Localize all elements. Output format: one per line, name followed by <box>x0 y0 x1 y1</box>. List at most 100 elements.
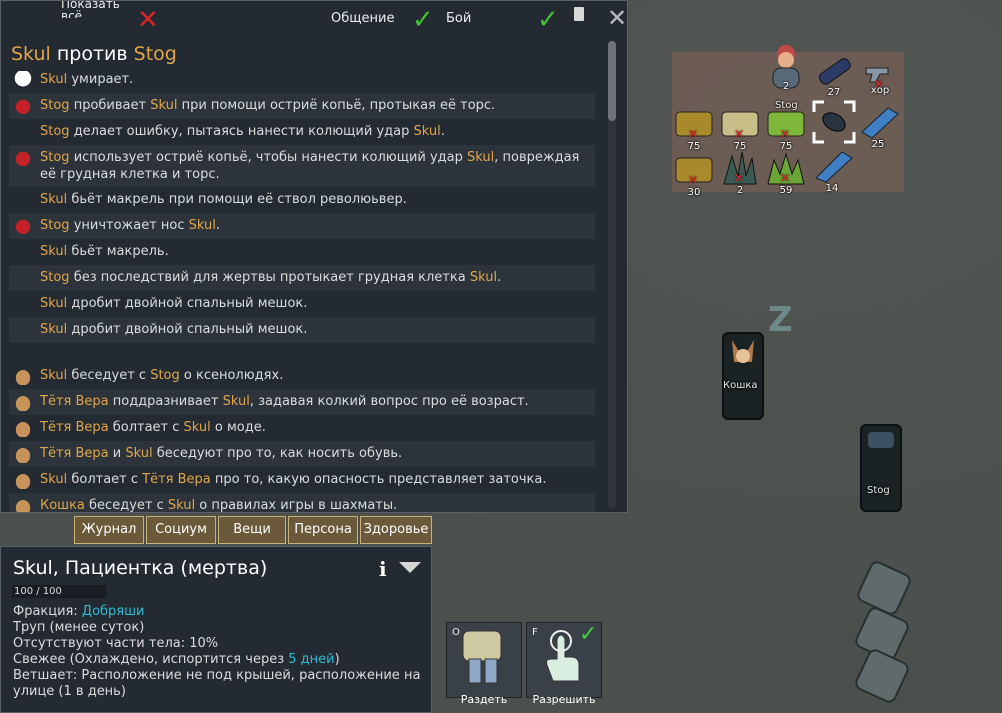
log-scrollbar[interactable] <box>608 41 616 509</box>
item-count: 2 <box>782 81 790 92</box>
decay-line-2: улице (1 в день) <box>13 684 126 699</box>
pawn-name-link[interactable]: Skul <box>40 72 67 87</box>
log-text: бьёт макрель. <box>67 244 169 259</box>
hotkey-label: F <box>532 627 538 638</box>
scrollbar-thumb[interactable] <box>608 41 616 121</box>
log-entry: Тётя Вера болтает с Skul о моде. <box>9 415 595 441</box>
social-filter-label: Общение <box>331 11 395 26</box>
info-icon[interactable]: i <box>379 557 387 581</box>
pawn-name-link[interactable]: Skul <box>189 218 216 233</box>
item-count: 2 <box>736 185 744 196</box>
hay-icon[interactable]: ✕ 75 <box>720 106 760 152</box>
log-text: при помощи остриё копьё, протыкая её тор… <box>177 98 496 113</box>
pawn-name-link[interactable]: Skul <box>40 296 67 311</box>
freshness-text: Свежее (Охлаждено, испортится через <box>13 652 289 667</box>
log-entry: Skul болтает с Тётя Вера про то, какую о… <box>9 467 595 493</box>
log-text: , задавая колкий вопрос про её возраст. <box>249 394 529 409</box>
pack-icon[interactable]: 27 <box>814 52 854 98</box>
pawn-name-link[interactable]: Stog <box>40 98 70 113</box>
pawn-name-link[interactable]: Stog <box>40 270 70 285</box>
social-filter-check-icon[interactable]: ✓ <box>412 7 434 33</box>
blood-icon <box>13 217 33 235</box>
hay-icon[interactable]: ✕ 30 <box>674 152 714 198</box>
pawn-name-link[interactable]: Кошка <box>40 498 85 512</box>
copy-icon[interactable] <box>574 7 587 24</box>
item-count: хор <box>870 85 890 96</box>
log-text: беседует с <box>67 368 151 383</box>
tab-character[interactable]: Персона <box>288 516 358 544</box>
fish-icon[interactable]: 25 <box>858 104 899 150</box>
pawn-stog-icon[interactable]: 2 <box>766 42 806 92</box>
cat-icon <box>732 340 754 363</box>
pawn-name-link[interactable]: Skul <box>40 472 67 487</box>
log-entry: Skul дробит двойной спальный мешок. <box>9 291 595 317</box>
pawn-name-link[interactable]: Skul <box>150 98 177 113</box>
pawn-name-link[interactable]: Skul <box>40 244 67 259</box>
rock-chunk[interactable] <box>854 558 914 618</box>
sleeping-bag-cat[interactable] <box>722 332 764 420</box>
pawn-name-link[interactable]: Skul <box>470 270 497 285</box>
bed-label-cat: Кошка <box>723 380 758 391</box>
log-text: использует остриё копьё, чтобы нанести к… <box>69 150 468 165</box>
forbidden-icon: ✕ <box>780 171 791 185</box>
selected-item-icon[interactable] <box>812 100 856 144</box>
pawn-name-link[interactable]: Skul <box>223 394 250 409</box>
close-icon[interactable]: ✕ <box>607 6 627 30</box>
hay-icon[interactable]: ✕ 75 <box>766 106 806 152</box>
sleep-indicator: Z <box>768 300 793 340</box>
pawn-name-link[interactable]: Тётя Вера <box>142 472 211 487</box>
herb-icon[interactable]: ✕ 59 <box>766 150 806 196</box>
pawn-name-link[interactable]: Skul <box>184 420 211 435</box>
pawn-name-link[interactable]: Skul <box>40 368 67 383</box>
log-entry: Тётя Вера и Skul беседуют про то, как но… <box>9 441 595 467</box>
log-entry: Stog использует остриё копьё, чтобы нане… <box>9 145 595 187</box>
pawn-name-link[interactable]: Тётя Вера <box>40 420 109 435</box>
log-text: уничтожает нос <box>69 218 189 233</box>
log-text: . <box>215 218 221 233</box>
allow-button[interactable]: F ✓ Разрешить <box>526 622 602 706</box>
sleeping-bag-stog[interactable] <box>860 424 902 512</box>
pawn-name-link[interactable]: Stog <box>150 368 180 383</box>
faction-line: Фракция: Добряши <box>13 604 144 620</box>
show-all-toggle-off-icon[interactable]: ✕ <box>137 7 159 33</box>
combat-filter-label: Бой <box>446 11 472 26</box>
combat-filter-check-icon[interactable]: ✓ <box>537 7 559 33</box>
log-text: поддразнивает <box>108 394 223 409</box>
log-entry: Skul умирает. <box>9 67 595 93</box>
fish-icon[interactable]: 14 <box>812 148 853 194</box>
log-entry: Skul беседует с Stog о ксенолюдях. <box>9 363 595 389</box>
pawn-name-link[interactable]: Тётя Вера <box>40 446 109 461</box>
combat-log-window: Показать всё ✕ Общение ✓ Бой ✓ ✕ Skul пр… <box>0 0 628 513</box>
freshness-days: 5 дней <box>288 652 335 667</box>
faction-link[interactable]: Добряши <box>82 604 145 619</box>
hand-icon <box>13 419 33 437</box>
tab-health[interactable]: Здоровье <box>360 516 432 544</box>
forbidden-icon: ✕ <box>734 127 745 141</box>
tab-social[interactable]: Социум <box>146 516 216 544</box>
pawn-name-link[interactable]: Stog <box>40 218 70 233</box>
pawn-name-link[interactable]: Тётя Вера <box>40 394 109 409</box>
allow-hand-icon: ✓ <box>546 622 597 682</box>
item-count: 30 <box>687 187 701 198</box>
tab-gear[interactable]: Вещи <box>218 516 286 544</box>
log-text: . <box>440 124 445 139</box>
pawn-name-link[interactable]: Skul <box>40 322 67 337</box>
log-filter-bar: Показать всё ✕ Общение ✓ Бой ✓ ✕ <box>1 1 627 35</box>
tab-log[interactable]: Журнал <box>74 516 144 544</box>
pawn-name-link[interactable]: Skul <box>40 192 67 207</box>
pawn-name-link[interactable]: Stog <box>40 150 70 165</box>
log-text: и <box>108 446 126 461</box>
revolver-icon[interactable]: ✕ хор <box>860 58 900 98</box>
hay-icon[interactable]: ✕ 75 <box>674 106 714 152</box>
forbidden-icon: ✕ <box>688 173 699 187</box>
log-entries-list: Skul умирает. Stog пробивает Skul при пом… <box>9 67 595 512</box>
strip-button[interactable]: O Раздеть <box>446 622 522 706</box>
pawn-name-link[interactable]: Skul <box>125 446 152 461</box>
pawn-name-link[interactable]: Skul <box>467 150 494 165</box>
rock-chunk[interactable] <box>852 646 912 706</box>
pawn-name-link[interactable]: Skul <box>413 124 440 139</box>
pawn-name-link[interactable]: Stog <box>40 124 70 139</box>
chevron-down-icon[interactable] <box>399 562 421 573</box>
pawn-name-link[interactable]: Skul <box>168 498 195 512</box>
agave-icon[interactable]: ✕ 2 <box>720 150 760 196</box>
